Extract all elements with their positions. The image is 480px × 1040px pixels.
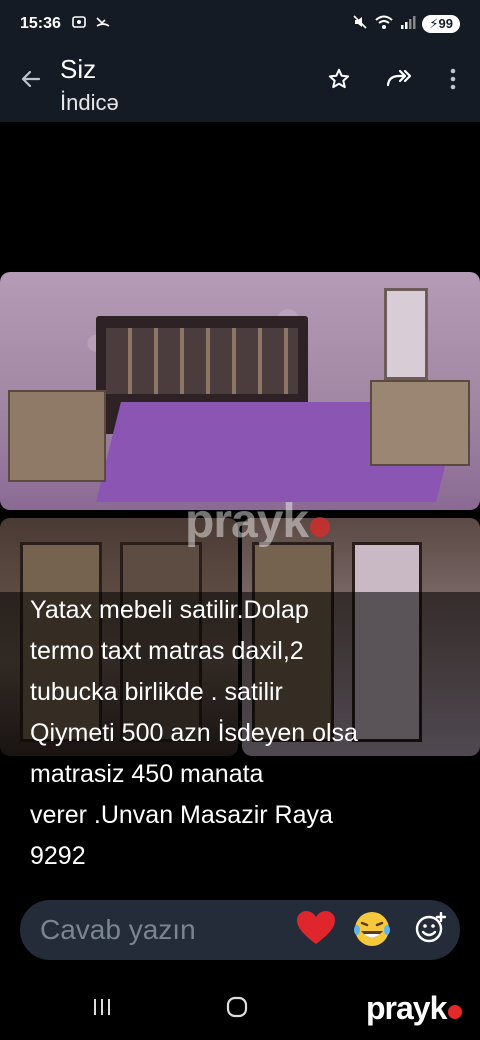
emoji-add-icon <box>414 911 447 949</box>
forward-button[interactable] <box>382 64 416 98</box>
bedroom-photo <box>0 272 480 510</box>
brand-logo: prayk <box>366 990 463 1027</box>
back-button[interactable] <box>16 66 46 96</box>
system-nav-bar: prayk <box>0 980 480 1040</box>
more-options-button[interactable] <box>436 64 470 98</box>
signal-icon <box>400 14 416 35</box>
nightstand <box>8 390 106 482</box>
mute-icon <box>352 14 368 35</box>
star-icon <box>327 67 351 96</box>
battery-level: 99 <box>438 16 453 31</box>
home-button[interactable] <box>217 994 257 1024</box>
timestamp: İndicə <box>60 90 119 115</box>
battery-indicator: ⚡99 <box>422 15 460 33</box>
reply-bar[interactable]: Cavab yazın <box>20 900 460 960</box>
story-header: Siz İndicə <box>0 48 480 122</box>
reply-input[interactable]: Cavab yazın <box>40 914 196 946</box>
add-emoji-button[interactable] <box>410 910 450 950</box>
recent-apps-icon <box>90 997 114 1022</box>
laugh-reaction-button[interactable] <box>352 910 392 950</box>
screenshot-icon <box>71 14 87 34</box>
back-arrow-icon <box>19 67 43 96</box>
missed-call-icon <box>95 14 111 34</box>
sender-name: Siz <box>60 54 97 84</box>
laughing-emoji-icon <box>352 908 392 953</box>
star-button[interactable] <box>322 64 356 98</box>
caption-text: Yatax mebeli satilir.Dolap termo taxt ma… <box>30 596 358 870</box>
mirror <box>384 288 428 380</box>
status-time: 15:36 <box>20 15 61 32</box>
watermark-logo: prayk <box>185 494 331 549</box>
recent-apps-button[interactable] <box>82 994 122 1024</box>
status-bar: 15:36 ⚡99 <box>0 0 480 48</box>
more-icon <box>449 67 457 96</box>
heart-reaction-button[interactable] <box>296 910 336 950</box>
forward-icon <box>385 67 413 96</box>
wifi-icon <box>374 14 394 35</box>
heart-icon <box>296 910 336 951</box>
dresser <box>370 380 470 466</box>
home-icon <box>225 995 249 1024</box>
